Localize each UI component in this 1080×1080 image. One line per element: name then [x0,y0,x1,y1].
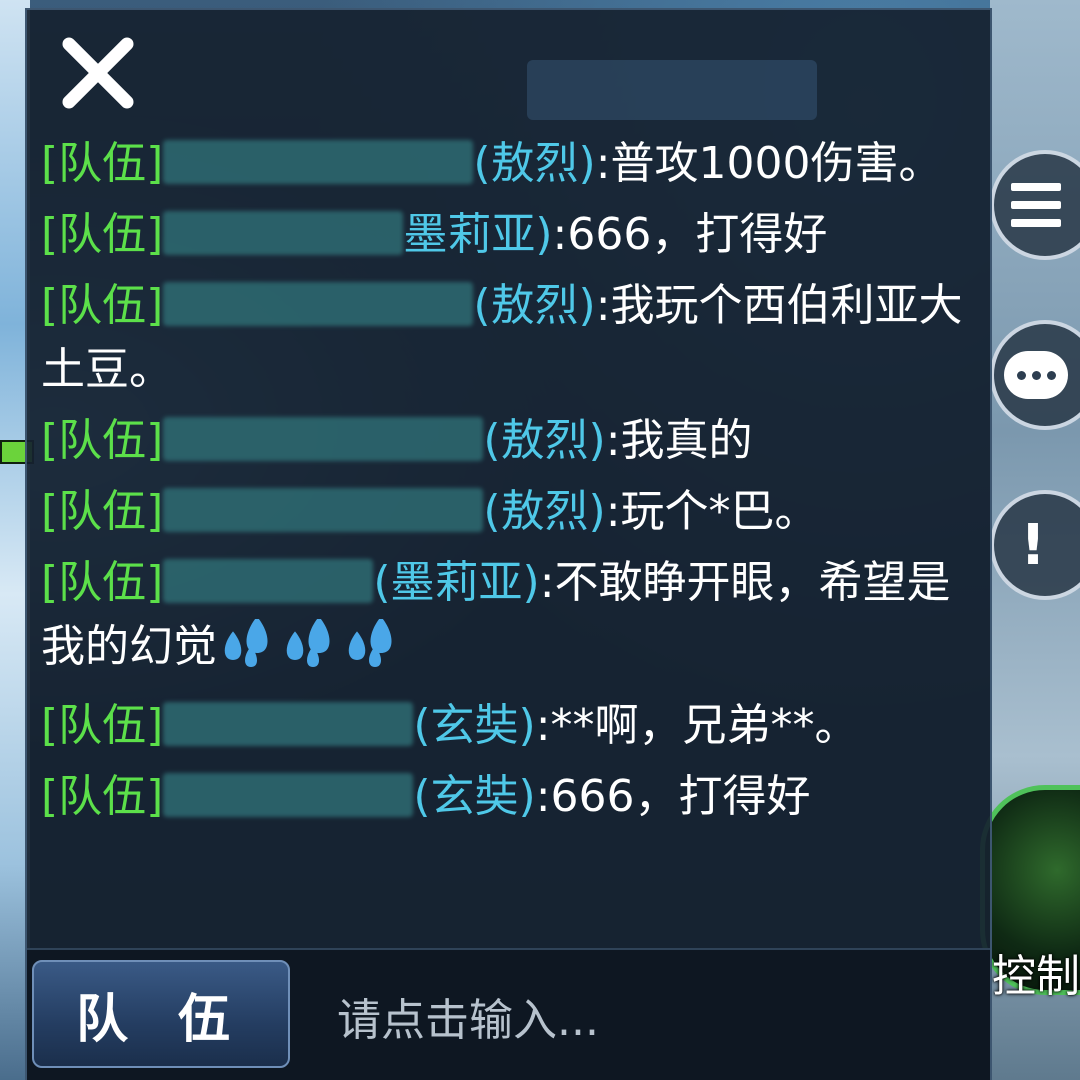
close-button[interactable] [57,32,139,114]
sweat-drops-icon [286,616,330,667]
chat-message: [队伍] (墨莉亚):不敢睁开眼，希望是我的幻觉 [41,551,981,687]
team-tag: [队伍] [41,209,164,260]
player-name-redacted[interactable] [163,140,474,184]
message-text: :我真的 [605,415,753,466]
channel-button[interactable]: 队 伍 [32,960,290,1068]
team-tag: [队伍] [41,771,164,822]
message-text: :666，打得好 [552,209,828,260]
game-scene: ! 控制 [队伍] (敖烈):普攻1000伤害。 [队伍] 墨莉亚):666，打得好[… [0,0,1080,1080]
player-name-redacted[interactable] [163,773,414,817]
team-tag: [队伍] [41,415,164,466]
team-tag: [队伍] [41,700,164,751]
message-list: [队伍] (敖烈):普攻1000伤害。 [队伍] 墨莉亚):666，打得好 [队伍] (敖… [41,132,981,836]
list-menu-icon [1011,183,1061,227]
chat-input[interactable] [327,980,987,1060]
chat-panel: [队伍] (敖烈):普攻1000伤害。 [队伍] 墨莉亚):666，打得好 [队伍] (敖… [25,8,992,1080]
emoji-group [217,616,403,687]
hero-name: (敖烈) [483,415,606,466]
message-text: :普攻1000伤害。 [595,138,943,189]
hero-name: (敖烈) [473,138,596,189]
exclamation-icon: ! [1020,512,1046,578]
hero-name: (玄奘) [413,700,536,751]
chat-message: [队伍] 墨莉亚):666，打得好 [41,203,981,267]
chat-bubble-icon [1004,351,1068,399]
hero-name: (敖烈) [483,486,606,537]
player-name-redacted[interactable] [163,488,484,532]
message-text: :666，打得好 [535,771,811,822]
skill-label: 控制 [992,951,1080,1002]
top-banner [527,60,817,120]
chat-message: [队伍] (敖烈):普攻1000伤害。 [41,132,981,196]
close-icon [62,37,134,109]
input-bar: 队 伍 [27,948,990,1080]
sweat-drops-icon [224,616,268,667]
player-name-redacted[interactable] [163,417,484,461]
chat-message: [队伍] (玄奘):**啊，兄弟**。 [41,694,981,758]
sweat-drops-icon [348,616,392,667]
player-name-redacted[interactable] [163,282,474,326]
chat-message: [队伍] (敖烈):玩个*巴。 [41,480,981,544]
player-name-redacted[interactable] [163,211,404,255]
chat-message: [队伍] (敖烈):我玩个西伯利亚大土豆。 [41,274,981,402]
hero-name: 墨莉亚) [403,209,553,260]
chat-message: [队伍] (敖烈):我真的 [41,409,981,473]
player-name-redacted[interactable] [163,559,374,603]
hero-name: (玄奘) [413,771,536,822]
team-tag: [队伍] [41,486,164,537]
hero-name: (墨莉亚) [373,557,540,608]
team-tag: [队伍] [41,138,164,189]
team-tag: [队伍] [41,557,164,608]
chat-message: [队伍] (玄奘):666，打得好 [41,765,981,829]
team-tag: [队伍] [41,280,164,331]
message-text: :**啊，兄弟**。 [535,700,859,751]
player-name-redacted[interactable] [163,702,414,746]
message-text: :玩个*巴。 [605,486,819,537]
hero-name: (敖烈) [473,280,596,331]
